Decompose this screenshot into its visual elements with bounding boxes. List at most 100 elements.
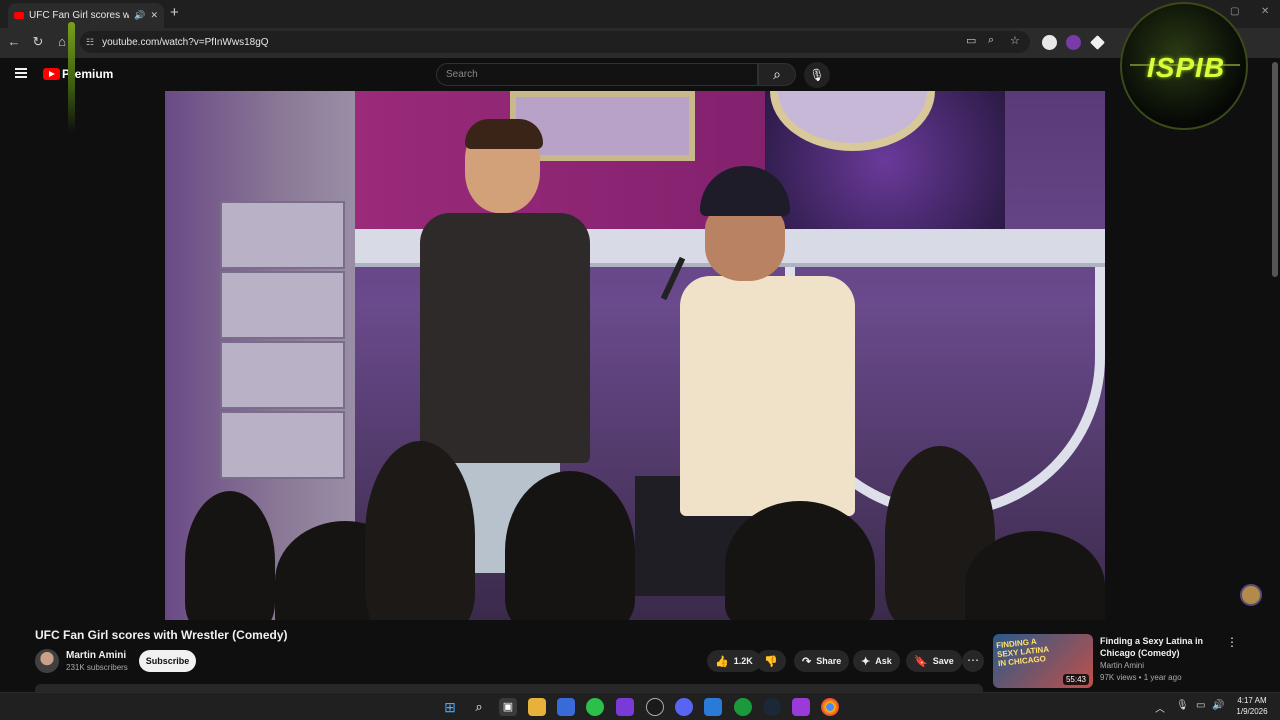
tab-close-icon[interactable]: ✕ xyxy=(150,10,158,21)
recommendation-menu-icon[interactable]: ⋮ xyxy=(1226,635,1238,649)
video-scene-plank xyxy=(220,411,345,479)
tray-overflow-icon[interactable]: ︿ xyxy=(1155,700,1165,715)
share-label: Share xyxy=(816,656,842,666)
zoom-icon[interactable]: ⌕ xyxy=(988,34,994,47)
video-scene-audience xyxy=(365,441,475,620)
system-clock[interactable]: 4:17 AM 1/9/2026 xyxy=(1228,695,1276,717)
channel-avatar[interactable] xyxy=(35,649,59,673)
recommended-channel-name[interactable]: Martin Amini xyxy=(1100,661,1144,670)
subscriber-count: 231K subscribers xyxy=(66,663,128,672)
video-scene-person xyxy=(635,166,855,596)
search-icon[interactable]: ⌕ xyxy=(470,698,488,716)
recommended-video-title[interactable]: Finding a Sexy Latina in Chicago (Comedy… xyxy=(1100,635,1215,659)
video-scene-plank xyxy=(220,201,345,269)
video-scene-cap xyxy=(700,166,790,216)
video-player[interactable] xyxy=(165,91,1105,620)
task-view-icon[interactable]: ▣ xyxy=(499,698,517,716)
clock-date: 1/9/2026 xyxy=(1236,707,1268,716)
voice-search-button[interactable]: 🎙 xyxy=(804,62,830,88)
site-info-icon[interactable]: ☷ xyxy=(86,37,94,48)
save-label: Save xyxy=(932,656,954,666)
like-button[interactable]: 👍 1.2K xyxy=(707,650,761,672)
ask-label: Ask xyxy=(875,656,892,666)
browser-toolbar: ← ↻ ⌂ ☷ youtube.com/watch?v=PfInWws18gQ … xyxy=(0,28,1280,58)
video-scene-plank xyxy=(220,271,345,339)
browser-tab-strip: UFC Fan Girl scores with W 🔊 ✕ + — ▢ ✕ xyxy=(0,0,1280,28)
channel-watermark[interactable] xyxy=(1240,584,1262,606)
file-explorer-icon[interactable] xyxy=(528,698,546,716)
channel-name[interactable]: Martin Amini xyxy=(66,650,126,661)
windows-start-icon[interactable]: ⊞ xyxy=(441,698,459,716)
video-scene-shirt xyxy=(420,213,590,463)
video-scene-plank xyxy=(220,341,345,409)
subscribe-button[interactable]: Subscribe xyxy=(139,650,196,672)
ask-button[interactable]: ✦ Ask xyxy=(853,650,900,672)
description-box[interactable] xyxy=(35,684,983,692)
clock-time: 4:17 AM xyxy=(1237,696,1267,705)
sparkle-icon: ✦ xyxy=(861,655,871,668)
cast-icon[interactable]: ▭ xyxy=(966,34,976,47)
recommended-video-meta: 97K views • 1 year ago xyxy=(1100,673,1182,682)
browser-tab[interactable]: UFC Fan Girl scores with W 🔊 ✕ xyxy=(8,3,164,28)
share-button[interactable]: ↷ Share xyxy=(794,650,850,672)
search-button[interactable]: ⌕ xyxy=(758,63,796,86)
video-scene-shirt xyxy=(680,276,855,516)
microphone-icon: 🎙 xyxy=(809,68,825,82)
discord-icon[interactable] xyxy=(675,698,693,716)
microphone-tray-icon[interactable]: 🎙 xyxy=(1176,700,1189,711)
back-icon[interactable]: ← xyxy=(5,34,23,49)
app-icon[interactable] xyxy=(586,698,604,716)
extension-icon[interactable] xyxy=(1090,35,1105,50)
overlay-globe-logo: ISPIB xyxy=(1120,2,1248,130)
microsoft-store-icon[interactable] xyxy=(557,698,575,716)
dislike-button[interactable]: 👎 xyxy=(756,650,786,672)
overlay-logo-text: ISPIB xyxy=(1146,52,1226,83)
video-title: UFC Fan Girl scores with Wrestler (Comed… xyxy=(35,628,288,642)
thumbs-up-icon: 👍 xyxy=(715,655,729,668)
xbox-icon[interactable] xyxy=(734,698,752,716)
app-icon[interactable] xyxy=(792,698,810,716)
steam-icon[interactable] xyxy=(763,698,781,716)
app-grid-icon[interactable] xyxy=(616,698,634,716)
new-tab-button[interactable]: + xyxy=(170,4,179,21)
extension-icon[interactable] xyxy=(1066,35,1081,50)
save-button[interactable]: 🔖 Save xyxy=(906,650,962,672)
volume-icon[interactable]: 🔊 xyxy=(1212,700,1224,711)
video-scene-head xyxy=(705,206,785,281)
address-bar[interactable]: ☷ youtube.com/watch?v=PfInWws18gQ xyxy=(80,31,1030,53)
video-scene-audience xyxy=(505,471,635,620)
speaker-icon[interactable]: 🔊 xyxy=(134,10,145,21)
network-icon[interactable]: ▭ xyxy=(1196,700,1205,711)
menu-icon[interactable] xyxy=(15,68,27,78)
recommended-video-thumbnail[interactable]: FINDING A SEXY LATINA IN CHICAGO 55:43 xyxy=(993,634,1093,688)
app-icon[interactable] xyxy=(646,698,664,716)
bookmark-icon: 🔖 xyxy=(914,655,928,668)
bookmark-star-icon[interactable]: ☆ xyxy=(1010,34,1020,47)
tab-title: UFC Fan Girl scores with W xyxy=(29,10,130,21)
more-horizontal-icon: ⋯ xyxy=(967,653,979,667)
youtube-favicon-icon xyxy=(14,12,24,19)
like-count: 1.2K xyxy=(733,656,753,666)
more-actions-button[interactable]: ⋯ xyxy=(962,650,984,672)
reload-icon[interactable]: ↻ xyxy=(29,34,47,50)
search-input[interactable]: Search xyxy=(436,63,758,86)
video-duration: 55:43 xyxy=(1062,674,1089,685)
mail-icon[interactable] xyxy=(704,698,722,716)
youtube-logo-icon[interactable] xyxy=(43,68,60,80)
search-icon: ⌕ xyxy=(773,66,781,82)
extension-icon[interactable] xyxy=(1042,35,1057,50)
window-close-icon[interactable]: ✕ xyxy=(1261,6,1269,17)
video-scene-hair xyxy=(465,119,543,149)
windows-taskbar: ⊞ ⌕ ▣ ︿ 🎙 ▭ 🔊 4:17 AM 1/9/2026 xyxy=(0,692,1280,720)
thumbnail-caption: FINDING A SEXY LATINA IN CHICAGO xyxy=(995,636,1050,669)
youtube-header: Premium Search ⌕ 🎙 xyxy=(0,58,1280,91)
url-text: youtube.com/watch?v=PfInWws18gQ xyxy=(102,36,269,48)
page-scrollbar[interactable] xyxy=(1272,62,1278,277)
share-icon: ↷ xyxy=(802,655,812,668)
chrome-icon[interactable] xyxy=(821,698,839,716)
maximize-icon[interactable]: ▢ xyxy=(1230,6,1239,17)
thumbs-down-icon: 👎 xyxy=(764,655,778,668)
video-scene-audience xyxy=(725,501,875,620)
video-scene-audience xyxy=(185,491,275,620)
overlay-streak xyxy=(68,22,75,132)
